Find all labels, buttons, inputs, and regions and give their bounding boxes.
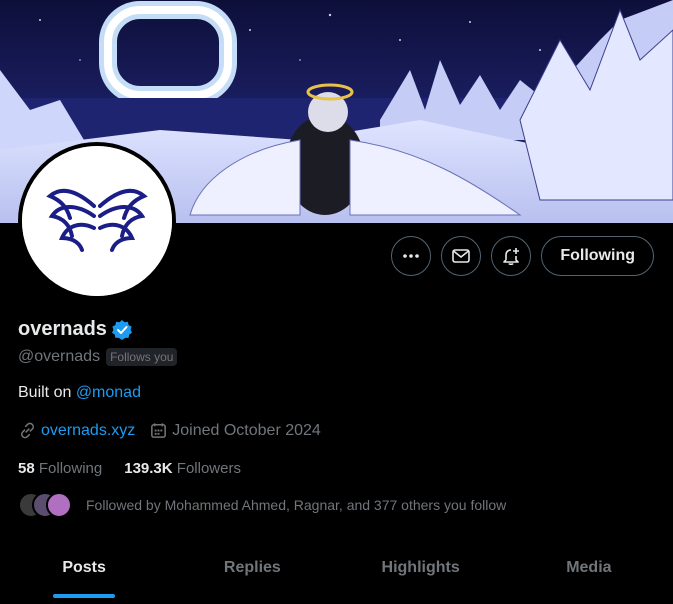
following-stat[interactable]: 58 Following [18, 460, 102, 477]
website-item: overnads.xyz [18, 421, 135, 440]
following-button[interactable]: Following [541, 236, 654, 276]
link-icon [20, 422, 35, 439]
avatar [46, 492, 72, 518]
follow-stats: 58 Following 139.3K Followers [18, 460, 241, 477]
follower-avatars [18, 492, 72, 518]
wings-logo-icon [22, 146, 172, 296]
tab-replies[interactable]: Replies [168, 544, 336, 604]
verified-badge-icon[interactable] [111, 319, 133, 341]
profile-meta: overnads.xyz Joined October 2024 [18, 421, 335, 440]
follows-you-badge: Follows you [106, 348, 178, 366]
joined-date: Joined October 2024 [172, 421, 321, 439]
followers-stat[interactable]: 139.3K Followers [124, 460, 241, 477]
profile-name: overnads [18, 318, 107, 340]
bio-text: Built on [18, 384, 76, 401]
profile-name-row: overnads [18, 318, 133, 341]
active-tab-indicator [53, 594, 116, 598]
followers-label: Followers [176, 460, 241, 477]
tab-label: Highlights [381, 559, 460, 576]
calendar-icon [151, 423, 167, 438]
tab-label: Replies [223, 559, 281, 576]
profile-actions: Following [391, 236, 654, 276]
tab-highlights[interactable]: Highlights [337, 544, 505, 604]
bell-plus-icon [503, 248, 520, 266]
joined-item: Joined October 2024 [149, 421, 321, 440]
profile-bio: Built on @monad [18, 384, 141, 402]
followed-by-text: Followed by Mohammed Ahmed, Ragnar, and … [86, 497, 507, 513]
website-link[interactable]: overnads.xyz [41, 422, 135, 440]
message-button[interactable] [441, 236, 482, 276]
following-label: Following [38, 460, 103, 477]
handle-row: @overnads Follows you [18, 348, 178, 366]
profile-handle: @overnads [18, 348, 101, 365]
more-icon [403, 254, 420, 258]
more-button[interactable] [391, 236, 432, 276]
envelope-icon [452, 249, 471, 263]
tab-label: Media [566, 559, 612, 576]
tab-label: Posts [62, 559, 106, 576]
profile-avatar[interactable] [18, 142, 176, 300]
tab-posts[interactable]: Posts [0, 544, 168, 604]
notify-button[interactable] [491, 236, 532, 276]
followers-count: 139.3K [124, 460, 173, 477]
followed-by-row[interactable]: Followed by Mohammed Ahmed, Ragnar, and … [18, 492, 506, 518]
following-count: 58 [18, 460, 35, 477]
tab-media[interactable]: Media [505, 544, 673, 604]
profile-tabs: Posts Replies Highlights Media [0, 544, 673, 604]
bio-mention-link[interactable]: @monad [76, 384, 141, 401]
